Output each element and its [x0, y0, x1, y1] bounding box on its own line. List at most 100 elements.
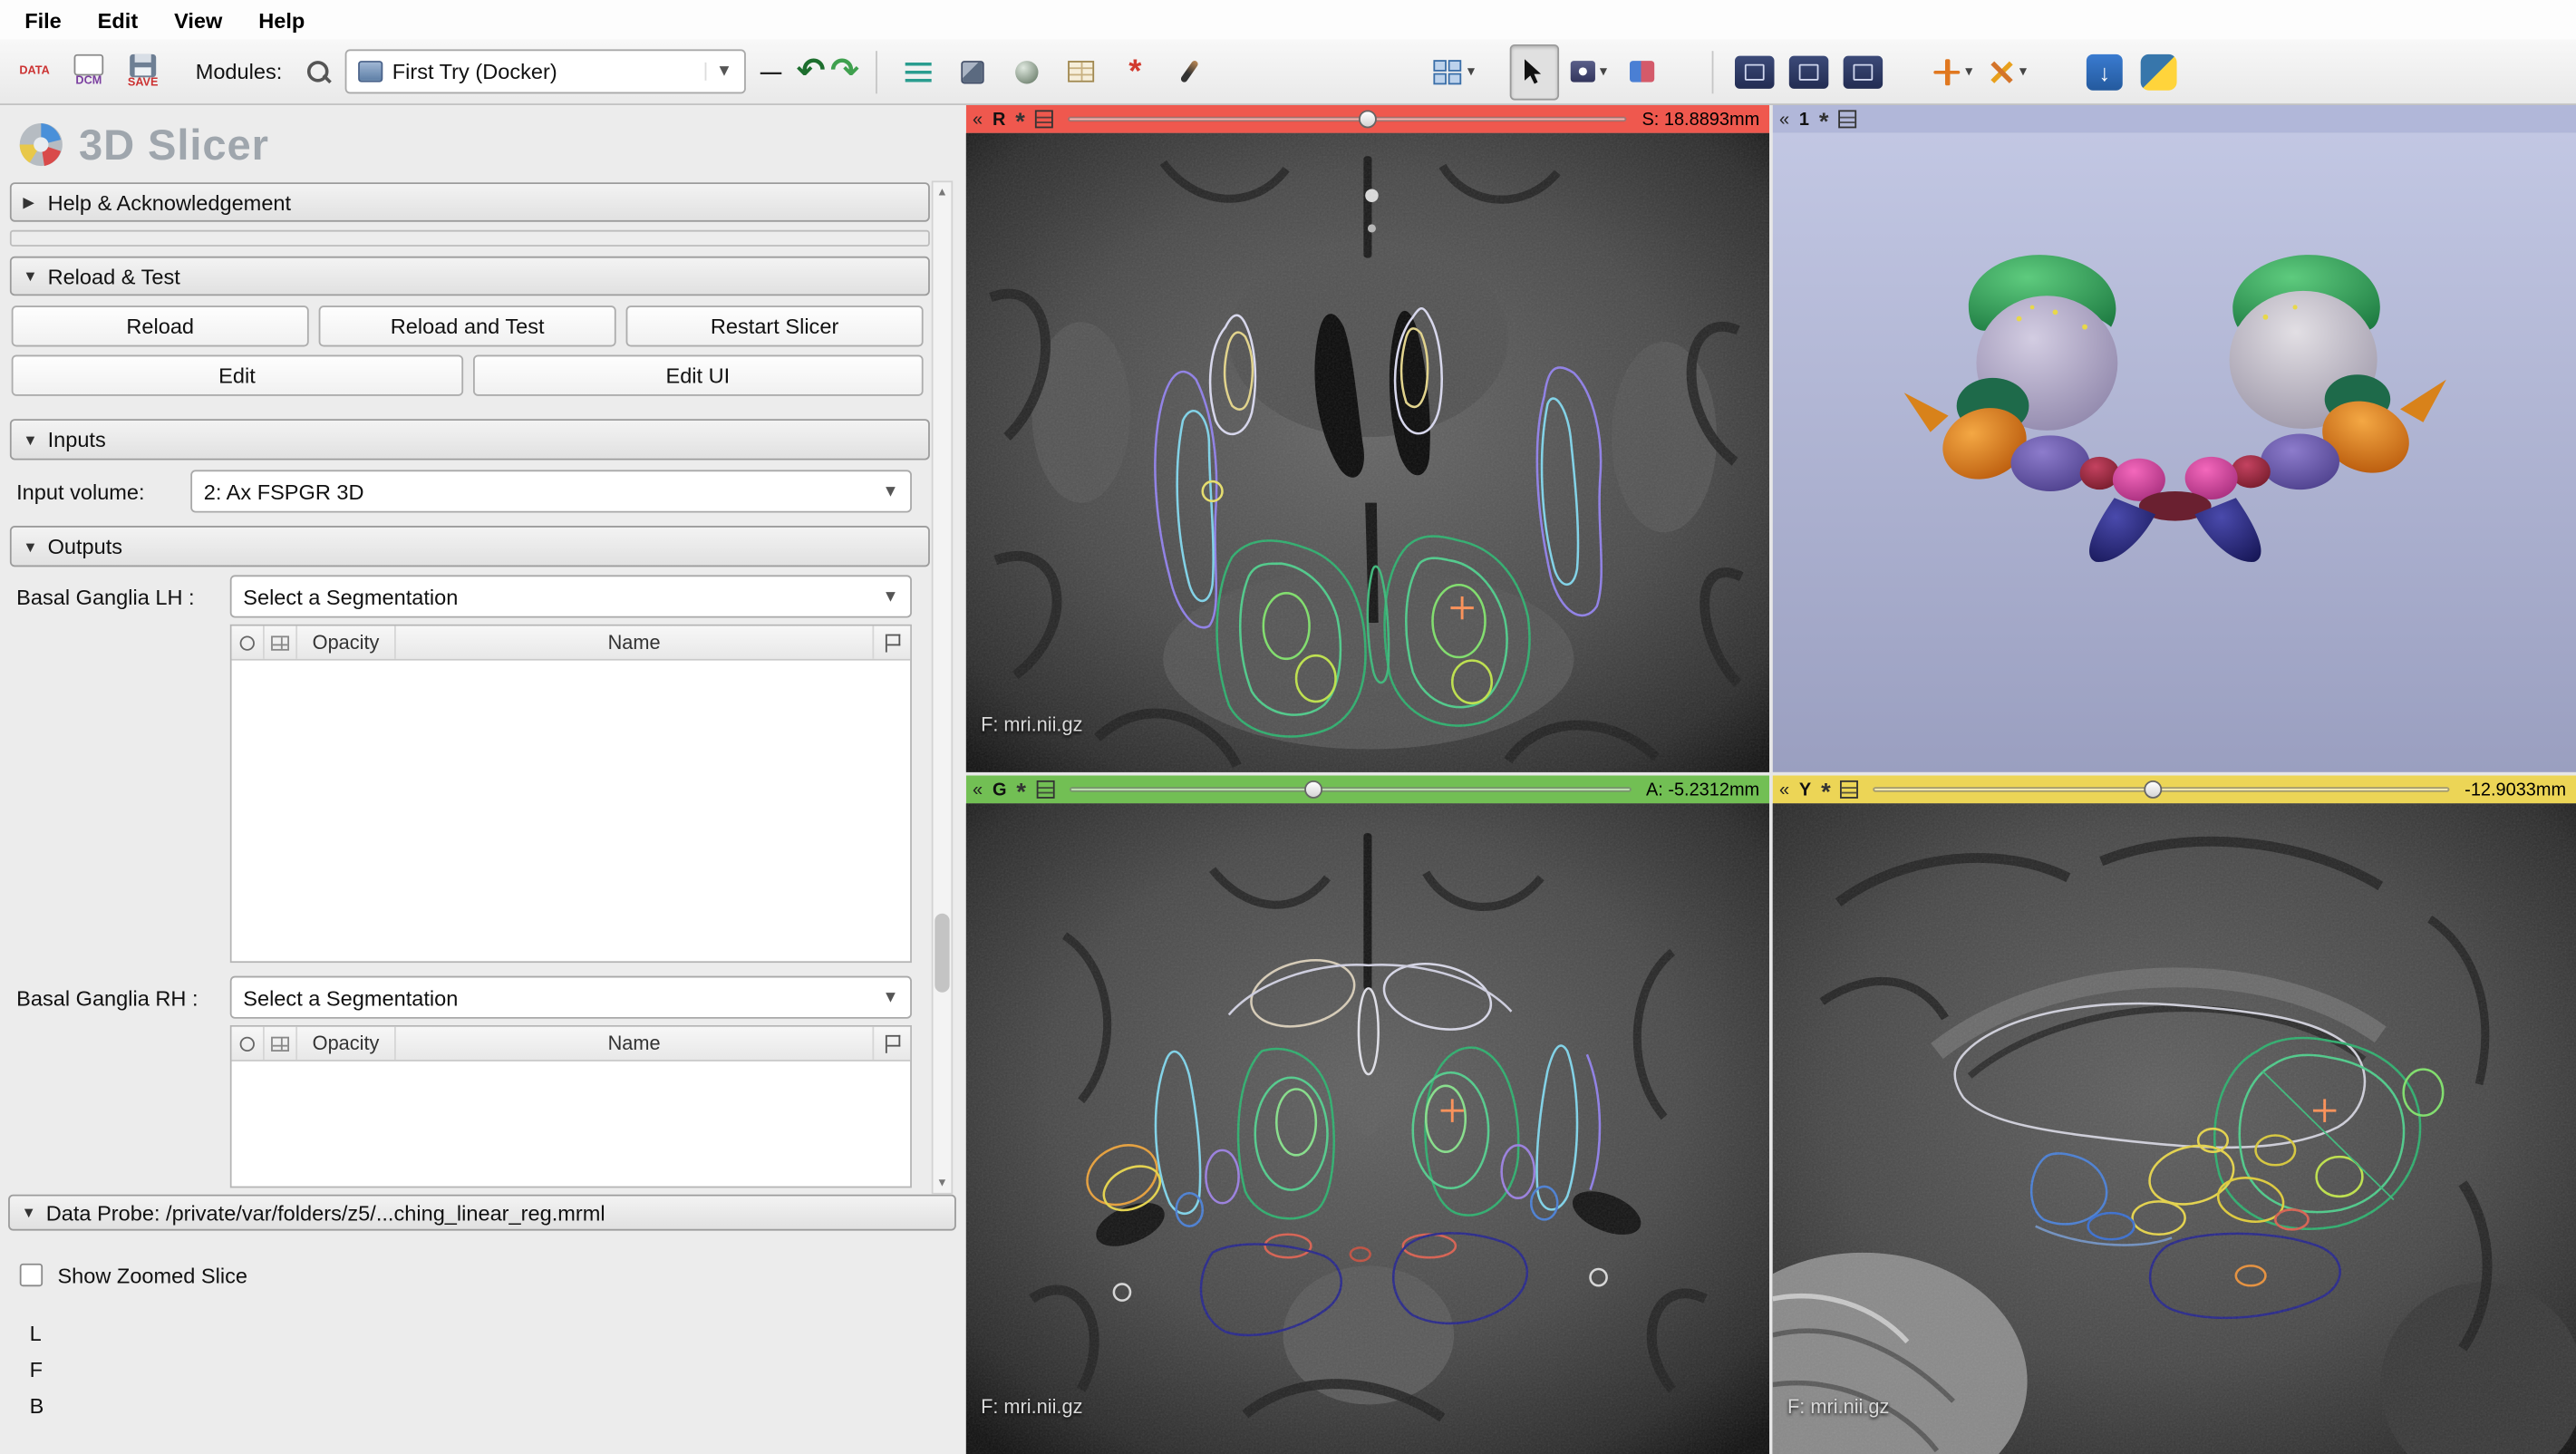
green-volume-label: F: mri.nii.gz	[981, 1395, 1082, 1418]
pin-icon[interactable]: «	[973, 111, 983, 127]
coronal-mri-render	[966, 803, 1769, 1454]
visibility-column-icon[interactable]	[240, 635, 255, 650]
visibility-eye-icon[interactable]: *	[1821, 786, 1831, 800]
screen-capture-icon[interactable]	[1730, 44, 1779, 100]
pin-icon[interactable]: «	[1779, 111, 1789, 127]
module-selector-value: First Try (Docker)	[392, 59, 557, 83]
place-point-icon[interactable]: ▾	[1564, 44, 1612, 100]
green-slice-canvas[interactable]: F: mri.nii.gz	[966, 803, 1769, 1454]
collapse-arrow-icon: ▶	[23, 193, 36, 211]
red-slice-canvas[interactable]: F: mri.nii.gz	[966, 133, 1769, 772]
slice-intersections-icon[interactable]: ▾	[1983, 44, 2032, 100]
section-reload-test[interactable]: ▼ Reload & Test	[10, 257, 930, 296]
scroll-down-icon[interactable]: ▼	[934, 1173, 952, 1193]
scroll-up-icon[interactable]: ▲	[934, 182, 952, 202]
volume-rendering-icon[interactable]	[948, 44, 997, 100]
red-volume-label: F: mri.nii.gz	[981, 713, 1082, 736]
red-slice-view: « R * S: 18.8893mm	[966, 105, 1769, 772]
pin-icon[interactable]: «	[1779, 781, 1789, 798]
input-volume-label: Input volume:	[16, 479, 190, 503]
layout-four-up-icon[interactable]: ▾	[1429, 44, 1478, 100]
green-slice-slider[interactable]	[1069, 780, 1632, 799]
yellow-slice-canvas[interactable]: F: mri.nii.gz	[1773, 803, 2576, 1454]
module-history-icon[interactable]: —	[751, 59, 791, 83]
table-body-empty[interactable]	[232, 1061, 911, 1187]
menu-file[interactable]: File	[6, 7, 79, 32]
module-selector[interactable]: First Try (Docker) ▼	[344, 49, 745, 93]
show-zoomed-slice-checkbox[interactable]	[20, 1264, 43, 1286]
threed-canvas[interactable]	[1773, 133, 2576, 772]
markups-icon[interactable]: *	[1110, 44, 1159, 100]
yellow-slice-slider[interactable]	[1874, 780, 2450, 799]
grid-column-icon[interactable]	[271, 1036, 289, 1051]
menu-bar: File Edit View Help	[0, 0, 2576, 40]
models-icon[interactable]	[1002, 44, 1051, 100]
section-inputs[interactable]: ▼ Inputs	[10, 419, 930, 460]
table-header: Opacity Name	[232, 626, 911, 661]
visibility-eye-icon[interactable]: *	[1015, 116, 1025, 130]
table-header: Opacity Name	[232, 1027, 911, 1061]
basal-ganglia-lh-label: Basal Ganglia LH :	[16, 584, 230, 608]
menu-edit[interactable]: Edit	[80, 7, 156, 32]
orientation-b: B	[30, 1393, 966, 1430]
green-slice-view: « G * A: -5.2312mm	[966, 776, 1769, 1454]
collapsed-frame	[10, 230, 930, 247]
edit-ui-button[interactable]: Edit UI	[472, 355, 924, 396]
view-options-icon[interactable]: *	[1819, 116, 1829, 130]
view-menu-icon[interactable]	[1838, 110, 1856, 128]
basal-ganglia-rh-select[interactable]: Select a Segmentation ▼	[230, 976, 912, 1019]
toolbar-separator	[876, 50, 877, 92]
reload-button[interactable]: Reload	[12, 305, 309, 346]
basal-ganglia-lh-select[interactable]: Select a Segmentation ▼	[230, 575, 912, 617]
collapse-arrow-icon: ▼	[23, 267, 36, 284]
scrollbar-thumb[interactable]	[935, 914, 949, 993]
slider-handle[interactable]	[1359, 110, 1377, 128]
load-data-icon[interactable]: DATA	[10, 44, 59, 100]
save-icon[interactable]: SAVE	[119, 44, 168, 100]
module-search-icon[interactable]	[306, 60, 329, 82]
sagittal-mri-render	[1773, 803, 2576, 1454]
slice-menu-icon[interactable]	[1035, 110, 1053, 128]
menu-help[interactable]: Help	[240, 7, 323, 32]
visibility-eye-icon[interactable]: *	[1016, 786, 1026, 800]
crosshair-icon[interactable]: ▾	[1929, 44, 1978, 100]
compare-view-icon[interactable]	[1838, 44, 1887, 100]
section-help-acknowledgement[interactable]: ▶ Help & Acknowledgement	[10, 182, 930, 222]
scene-view-icon[interactable]	[1784, 44, 1833, 100]
windowing-icon[interactable]	[1618, 44, 1667, 100]
pin-icon[interactable]: «	[973, 781, 983, 798]
flag-column-icon[interactable]	[885, 634, 899, 652]
input-volume-select[interactable]: 2: Ax FSPGR 3D ▼	[190, 470, 912, 512]
module-list-icon[interactable]	[894, 44, 943, 100]
threed-view-controller: « 1 *	[1773, 105, 2576, 133]
section-outputs[interactable]: ▼ Outputs	[10, 526, 930, 567]
table-body-empty[interactable]	[232, 661, 911, 962]
flag-column-icon[interactable]	[885, 1034, 899, 1052]
slice-menu-icon[interactable]	[1841, 780, 1859, 799]
slice-menu-icon[interactable]	[1036, 780, 1054, 799]
grid-column-icon[interactable]	[271, 635, 289, 650]
menu-view[interactable]: View	[156, 7, 240, 32]
slider-handle[interactable]	[2145, 780, 2163, 799]
yellow-slice-view: « Y * -12.9033mm	[1773, 776, 2576, 1454]
reload-and-test-button[interactable]: Reload and Test	[319, 305, 616, 346]
redo-icon[interactable]: ↷	[830, 55, 859, 88]
threed-view: « 1 *	[1773, 105, 2576, 772]
red-slice-slider[interactable]	[1068, 110, 1627, 128]
dicom-icon[interactable]: DCM	[64, 44, 113, 100]
slider-handle[interactable]	[1305, 780, 1323, 799]
editor-brush-icon[interactable]	[1165, 44, 1214, 100]
visibility-column-icon[interactable]	[240, 1036, 255, 1051]
undo-icon[interactable]: ↶	[797, 55, 826, 88]
mouse-interaction-icon[interactable]	[1510, 44, 1559, 100]
edit-button[interactable]: Edit	[12, 355, 463, 396]
chevron-down-icon: ▾	[1600, 63, 1607, 81]
extensions-manager-icon[interactable]	[2080, 44, 2129, 100]
python-console-icon[interactable]	[2134, 44, 2183, 100]
restart-slicer-button[interactable]: Restart Slicer	[626, 305, 924, 346]
section-data-probe[interactable]: ▼ Data Probe: /private/var/folders/z5/..…	[8, 1195, 956, 1231]
name-column-header: Name	[396, 626, 874, 659]
collapse-arrow-icon: ▼	[23, 538, 36, 555]
tables-icon[interactable]	[1056, 44, 1105, 100]
panel-scrollbar[interactable]: ▲ ▼	[932, 180, 954, 1194]
